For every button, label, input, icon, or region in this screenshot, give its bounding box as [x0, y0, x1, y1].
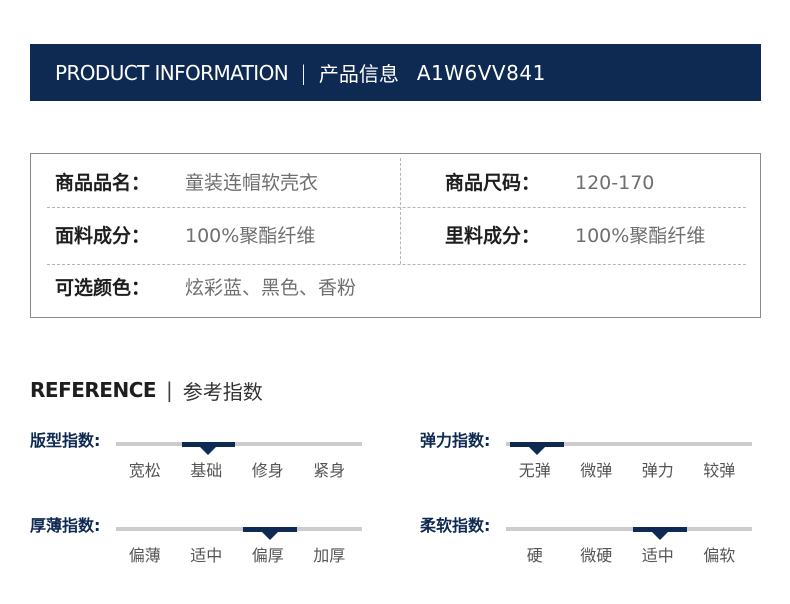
header-title-en: PRODUCT INFORMATION: [55, 60, 289, 85]
scale-option-label: 无弹: [518, 461, 551, 480]
reference-title-cn: 参考指数: [182, 379, 263, 404]
scale-pointer-icon: [527, 446, 546, 455]
elastic-index-scale: 弹力指数: 无弹 微弹 弹力 较弹: [420, 430, 760, 490]
scale-pointer-icon: [199, 446, 218, 455]
info-value-outer: 100%聚酯纤维: [185, 225, 316, 247]
scale-option-label: 加厚: [313, 546, 346, 565]
scale-option-label: 适中: [190, 546, 223, 565]
scale-option-label: 基础: [190, 461, 223, 480]
scale-option-label: 较弹: [703, 461, 736, 480]
fit-index-scale: 版型指数: 宽松 基础 修身 紧身: [30, 430, 370, 490]
scale-track: [506, 442, 752, 455]
info-row-name: 商品品名： 童装连帽软壳衣: [55, 171, 318, 195]
scale-option-label: 弹力: [641, 461, 674, 480]
column-divider: [400, 158, 401, 264]
info-key-size: 商品尺码：: [445, 172, 541, 194]
product-info-header: PRODUCT INFORMATION | 产品信息 A1W6VV841: [30, 44, 761, 101]
info-key-lining: 里料成分：: [445, 225, 541, 247]
reference-title: REFERENCE | 参考指数: [30, 376, 263, 404]
info-row-size: 商品尺码： 120-170: [445, 171, 654, 195]
softness-index-label: 柔软指数:: [420, 516, 491, 535]
scale-track: [506, 527, 752, 540]
thickness-index-label: 厚薄指数:: [30, 516, 101, 535]
scale-pointer-icon: [260, 531, 279, 540]
info-row-lining: 里料成分： 100%聚酯纤维: [445, 224, 705, 248]
info-key-outer: 面料成分：: [55, 225, 151, 247]
reference-title-en: REFERENCE: [30, 378, 157, 402]
product-info-table: 商品品名： 童装连帽软壳衣 商品尺码： 120-170 面料成分： 100%聚酯…: [30, 153, 761, 318]
header-separator: |: [300, 60, 307, 85]
scale-option-label: 适中: [641, 546, 674, 565]
header-sku: A1W6VV841: [416, 60, 546, 85]
scale-pointer-icon: [650, 531, 669, 540]
scale-option-label: 紧身: [313, 461, 346, 480]
scale-track: [116, 527, 362, 540]
info-value-lining: 100%聚酯纤维: [575, 225, 706, 247]
scale-option-label: 微弹: [580, 461, 613, 480]
scale-track: [116, 442, 362, 455]
header-title-cn: 产品信息: [318, 62, 399, 86]
row-divider: [47, 207, 746, 208]
info-row-outer: 面料成分： 100%聚酯纤维: [55, 224, 315, 248]
info-value-color: 炫彩蓝、黑色、香粉: [185, 277, 357, 299]
scale-option-label: 偏软: [703, 546, 736, 565]
scale-option-label: 修身: [251, 461, 284, 480]
elastic-index-label: 弹力指数:: [420, 431, 491, 450]
scale-option-label: 微硬: [580, 546, 613, 565]
softness-index-scale: 柔软指数: 硬 微硬 适中 偏软: [420, 515, 760, 575]
info-value-name: 童装连帽软壳衣: [185, 172, 319, 194]
info-value-size: 120-170: [575, 172, 655, 194]
info-row-color: 可选颜色： 炫彩蓝、黑色、香粉: [55, 276, 356, 300]
scale-option-label: 硬: [526, 546, 543, 565]
scale-option-label: 偏厚: [251, 546, 284, 565]
fit-index-label: 版型指数:: [30, 431, 101, 450]
scale-option-label: 偏薄: [128, 546, 161, 565]
info-key-color: 可选颜色：: [55, 277, 151, 299]
reference-separator: |: [166, 378, 173, 402]
row-divider: [47, 264, 746, 265]
info-key-name: 商品品名：: [55, 172, 151, 194]
thickness-index-scale: 厚薄指数: 偏薄 适中 偏厚 加厚: [30, 515, 370, 575]
scale-option-label: 宽松: [128, 461, 161, 480]
